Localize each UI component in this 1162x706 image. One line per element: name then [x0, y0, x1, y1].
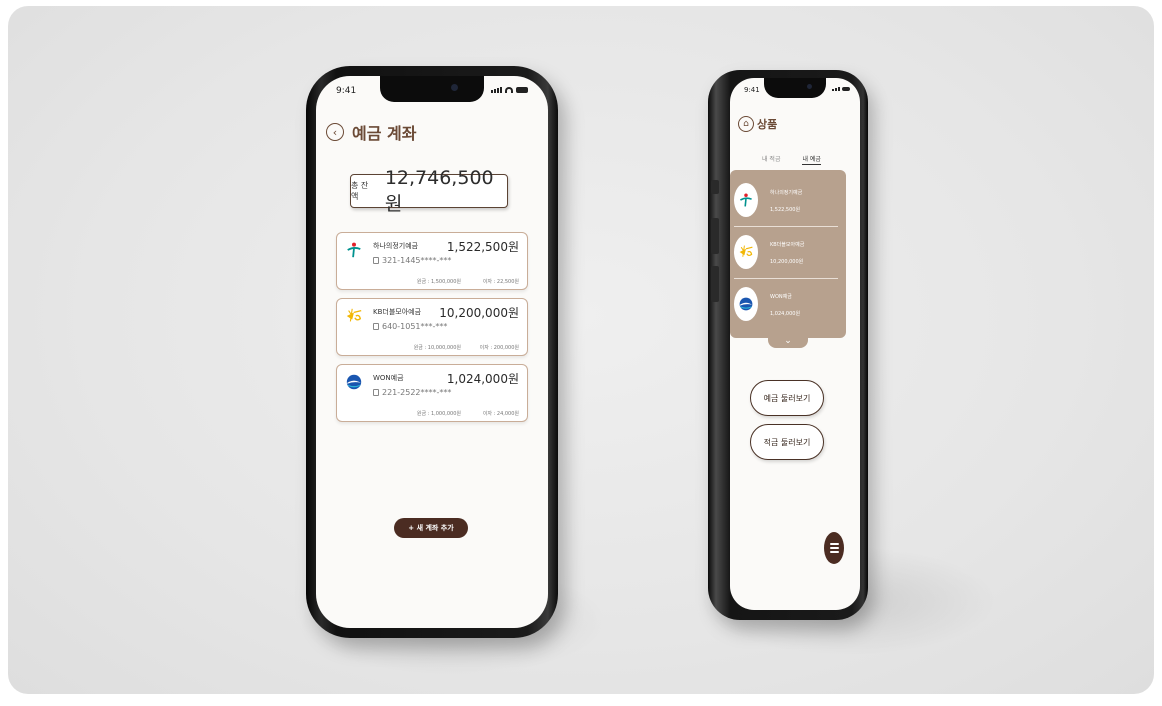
account-interest: 이자 : 200,000원 [479, 345, 519, 351]
expand-list-button[interactable]: ⌄ [768, 334, 808, 348]
chevron-left-icon: ‹ [332, 125, 338, 139]
product-name: WON예금 [770, 294, 792, 300]
status-time: 9:41 [744, 86, 760, 94]
product-amount: 10,200,000원 [770, 259, 804, 265]
account-number-text: 221-2522****-*** [382, 388, 452, 397]
status-icons [491, 87, 528, 93]
add-account-button[interactable]: + 새 계좌 추가 [394, 518, 468, 538]
total-balance-value: 12,746,500원 [384, 166, 494, 215]
account-name: WON예금 [373, 374, 404, 382]
volume-down-button [711, 266, 719, 302]
hana-bank-logo [347, 242, 361, 258]
account-number: 221-2522****-*** [373, 388, 451, 397]
battery-icon [516, 87, 528, 93]
product-name: KB더블모아예금 [770, 242, 805, 248]
account-principal: 원금 : 1,500,000원 [416, 279, 461, 285]
browse-savings-button[interactable]: 적금 둘러보기 [750, 424, 824, 460]
phone-notch [380, 76, 484, 102]
mockup-background: 9:41 ‹ 예금 계좌 총 잔액 12,746,500원 하나의정기예금 1,… [8, 6, 1154, 694]
menu-icon-bar [829, 551, 839, 553]
page-header: ⌂ 상품 [738, 116, 777, 132]
tab-my-deposits[interactable]: 내 예금 [802, 154, 821, 165]
side-button [711, 180, 719, 194]
menu-icon [829, 543, 839, 545]
account-balance: 10,200,000원 [439, 306, 519, 320]
account-name: 하나의정기예금 [373, 242, 419, 250]
total-balance-box: 총 잔액 12,746,500원 [350, 167, 508, 215]
signal-icon [491, 87, 502, 93]
home-icon[interactable]: ⌂ [738, 116, 754, 132]
account-number: 321-1445****-*** [373, 256, 451, 265]
account-interest: 이자 : 22,500원 [482, 279, 519, 285]
account-number-text: 321-1445****-*** [382, 256, 452, 265]
back-button[interactable]: ‹ [326, 123, 344, 141]
copy-icon[interactable] [373, 323, 379, 330]
account-principal: 원금 : 1,000,000원 [416, 411, 461, 417]
kb-bank-logo [346, 308, 362, 322]
status-time: 9:41 [336, 86, 357, 96]
account-principal: 원금 : 10,000,000원 [413, 345, 461, 351]
account-card[interactable]: KB더블모아예금 10,200,000원 640-1051***-*** 원금 … [336, 298, 528, 356]
menu-icon-bar [829, 547, 839, 549]
phone-notch [764, 78, 826, 98]
hana-bank-logo [734, 183, 758, 217]
status-icons [832, 87, 850, 91]
account-number-text: 640-1051***-*** [382, 322, 448, 331]
deposit-accounts-screen: 9:41 ‹ 예금 계좌 총 잔액 12,746,500원 하나의정기예금 1,… [316, 76, 548, 628]
volume-up-button [711, 218, 719, 254]
camera-icon [807, 84, 812, 89]
chevron-down-icon: ⌄ [784, 336, 792, 346]
account-balance: 1,522,500원 [446, 240, 519, 254]
battery-icon [842, 87, 850, 91]
kb-bank-logo [734, 235, 758, 269]
product-amount: 1,522,500원 [770, 207, 801, 213]
menu-fab[interactable] [824, 532, 844, 564]
camera-icon [451, 84, 458, 91]
tab-my-savings[interactable]: 내 적금 [762, 154, 780, 165]
product-amount: 1,024,000원 [770, 311, 801, 317]
page-title: 상품 [757, 118, 778, 131]
browse-deposits-button[interactable]: 예금 둘러보기 [750, 380, 824, 416]
product-item[interactable]: KB더블모아예금 10,200,000원 [730, 228, 840, 276]
page-title: 예금 계좌 [352, 124, 417, 143]
phone-left: 9:41 ‹ 예금 계좌 총 잔액 12,746,500원 하나의정기예금 1,… [306, 66, 558, 638]
signal-icon [832, 87, 840, 91]
account-number: 640-1051***-*** [373, 322, 447, 331]
product-tabs: 내 적금 내 예금 [762, 154, 821, 165]
account-interest: 이자 : 24,000원 [482, 411, 519, 417]
phone-right: 9:41 ⌂ 상품 내 적금 내 예금 하나의정기예금 1,522,500원 K… [708, 70, 868, 620]
product-list-panel: 하나의정기예금 1,522,500원 KB더블모아예금 10,200,000원 [730, 170, 846, 338]
account-name: KB더블모아예금 [373, 308, 422, 316]
divider [734, 226, 838, 227]
copy-icon[interactable] [373, 389, 379, 396]
copy-icon[interactable] [373, 257, 379, 264]
products-screen: 9:41 ⌂ 상품 내 적금 내 예금 하나의정기예금 1,522,500원 K… [730, 78, 860, 610]
divider [734, 278, 838, 279]
product-name: 하나의정기예금 [770, 190, 803, 196]
wifi-icon [505, 87, 513, 93]
page-header: ‹ 예금 계좌 [326, 120, 416, 144]
account-card[interactable]: WON예금 1,024,000원 221-2522****-*** 원금 : 1… [336, 364, 528, 422]
woori-bank-logo [734, 287, 758, 321]
account-card[interactable]: 하나의정기예금 1,522,500원 321-1445****-*** 원금 :… [336, 232, 528, 290]
account-balance: 1,024,000원 [446, 372, 519, 386]
woori-bank-logo [346, 374, 362, 390]
product-item[interactable]: 하나의정기예금 1,522,500원 [730, 176, 840, 224]
product-item[interactable]: WON예금 1,024,000원 [730, 280, 840, 328]
total-balance-label: 총 잔액 [351, 181, 369, 201]
